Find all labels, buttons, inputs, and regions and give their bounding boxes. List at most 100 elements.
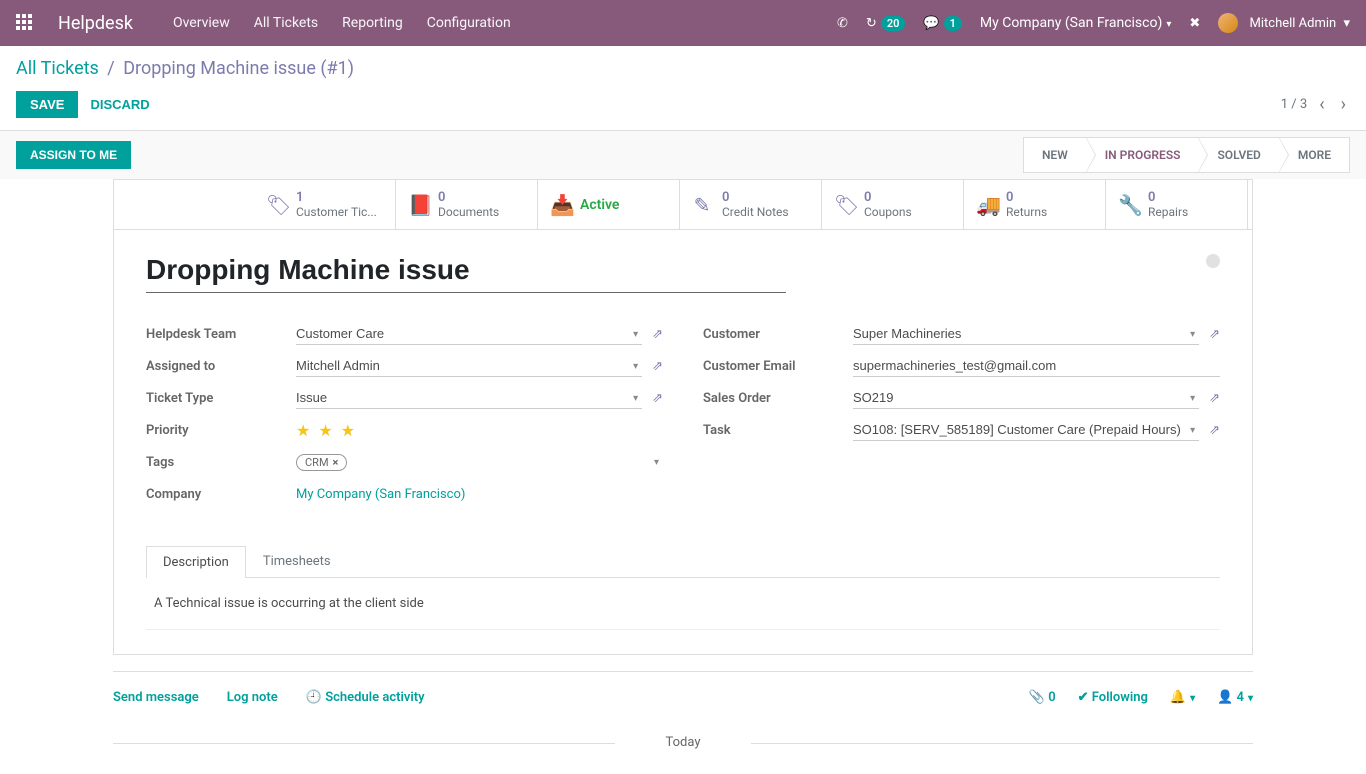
external-link-icon[interactable]: ⇗ xyxy=(652,359,663,374)
label-team: Helpdesk Team xyxy=(146,327,296,342)
stat-active[interactable]: 📥 Active xyxy=(538,180,680,229)
stat-repairs[interactable]: 🔧 0Repairs xyxy=(1106,180,1248,229)
pager-next[interactable]: › xyxy=(1337,94,1350,115)
customer-email-field[interactable] xyxy=(853,355,1220,377)
nav-overview[interactable]: Overview xyxy=(173,15,230,31)
chatter: Send message Log note 🕘 Schedule activit… xyxy=(113,671,1253,705)
company-link[interactable]: My Company (San Francisco) xyxy=(296,487,465,502)
tag-icon: 🏷 xyxy=(834,193,854,217)
schedule-activity-link[interactable]: 🕘 Schedule activity xyxy=(306,690,425,705)
pencil-icon: ✎ xyxy=(692,193,712,217)
external-link-icon[interactable]: ⇗ xyxy=(652,391,663,406)
nav-links: Overview All Tickets Reporting Configura… xyxy=(173,15,511,31)
tabs: Description Timesheets xyxy=(146,545,1220,578)
user-menu[interactable]: Mitchell Admin ▾ xyxy=(1218,13,1350,33)
stat-returns[interactable]: 🚚 0Returns xyxy=(964,180,1106,229)
form-grid: Helpdesk Team ▾⇗ Assigned to ▾⇗ Ticket T… xyxy=(146,321,1220,513)
pager-text: 1 / 3 xyxy=(1281,97,1307,112)
breadcrumb-bar: All Tickets / Dropping Machine issue (#1… xyxy=(0,46,1366,87)
status-bar: ASSIGN TO ME NEW IN PROGRESS SOLVED MORE xyxy=(0,130,1366,179)
sales-order-field[interactable] xyxy=(853,387,1199,409)
label-email: Customer Email xyxy=(703,359,853,374)
top-nav: Helpdesk Overview All Tickets Reporting … xyxy=(0,0,1366,46)
ticket-type-field[interactable] xyxy=(296,387,642,409)
truck-icon: 🚚 xyxy=(976,193,996,217)
task-field[interactable] xyxy=(853,419,1199,441)
helpdesk-team-field[interactable] xyxy=(296,323,642,345)
form-col-right: Customer ▾⇗ Customer Email Sales Order ▾… xyxy=(703,321,1220,513)
label-assigned: Assigned to xyxy=(146,359,296,374)
tab-timesheets[interactable]: Timesheets xyxy=(246,545,348,577)
main: 🏷 1Customer Tic... 📕 0Documents 📥 Active… xyxy=(0,179,1366,774)
debug-icon[interactable]: ✖ xyxy=(1189,16,1200,31)
stat-customer-tickets[interactable]: 🏷 1Customer Tic... xyxy=(254,180,396,229)
stage-solved[interactable]: SOLVED xyxy=(1198,137,1278,173)
wrench-icon: 🔧 xyxy=(1118,193,1138,217)
stage-in-progress[interactable]: IN PROGRESS xyxy=(1086,137,1199,173)
priority-stars[interactable]: ★ ★ ★ xyxy=(296,421,357,440)
archive-icon: 📥 xyxy=(550,193,570,217)
user-name: Mitchell Admin xyxy=(1250,16,1337,31)
assign-to-me-button[interactable]: ASSIGN TO ME xyxy=(16,141,131,169)
apps-icon[interactable] xyxy=(16,14,34,32)
chatter-right: 📎 0 ✔ Following 🔔 👤 4 xyxy=(1029,690,1253,705)
action-bar: SAVE DISCARD 1 / 3 ‹ › xyxy=(0,87,1366,130)
stage-more[interactable]: MORE xyxy=(1279,137,1350,173)
clock-badge: 20 xyxy=(881,16,906,31)
breadcrumb-current: Dropping Machine issue (#1) xyxy=(123,58,354,79)
label-company: Company xyxy=(146,487,296,502)
avatar-icon xyxy=(1218,13,1238,33)
stat-credit-notes[interactable]: ✎ 0Credit Notes xyxy=(680,180,822,229)
label-task: Task xyxy=(703,423,853,438)
pager-prev[interactable]: ‹ xyxy=(1315,94,1328,115)
chat-icon[interactable]: 💬1 xyxy=(923,16,961,31)
log-note-link[interactable]: Log note xyxy=(227,690,278,705)
external-link-icon[interactable]: ⇗ xyxy=(1209,391,1220,406)
brand[interactable]: Helpdesk xyxy=(58,13,133,34)
ticket-icon: 🏷 xyxy=(266,193,286,217)
discard-button[interactable]: DISCARD xyxy=(78,91,161,118)
nav-reporting[interactable]: Reporting xyxy=(342,15,403,31)
stage-new[interactable]: NEW xyxy=(1023,137,1086,173)
book-icon: 📕 xyxy=(408,193,428,217)
status-stages: NEW IN PROGRESS SOLVED MORE xyxy=(1023,137,1350,173)
external-link-icon[interactable]: ⇗ xyxy=(1209,327,1220,342)
external-link-icon[interactable]: ⇗ xyxy=(1209,423,1220,438)
clock-icon[interactable]: ↻20 xyxy=(866,16,905,31)
breadcrumb-root[interactable]: All Tickets xyxy=(16,58,99,79)
external-link-icon[interactable]: ⇗ xyxy=(652,327,663,342)
stat-coupons[interactable]: 🏷 0Coupons xyxy=(822,180,964,229)
followers-button[interactable]: 👤 4 xyxy=(1217,690,1253,705)
pager: 1 / 3 ‹ › xyxy=(1281,94,1350,115)
label-sales-order: Sales Order xyxy=(703,391,853,406)
tab-description[interactable]: Description xyxy=(146,546,246,578)
label-tags: Tags xyxy=(146,455,296,470)
ticket-title-input[interactable] xyxy=(146,254,786,293)
card-body: Helpdesk Team ▾⇗ Assigned to ▾⇗ Ticket T… xyxy=(114,230,1252,654)
chevron-down-icon: ▾ xyxy=(654,457,659,468)
label-customer: Customer xyxy=(703,327,853,342)
label-type: Ticket Type xyxy=(146,391,296,406)
attachments-button[interactable]: 📎 0 xyxy=(1029,690,1056,705)
stat-buttons: 🏷 1Customer Tic... 📕 0Documents 📥 Active… xyxy=(114,180,1252,230)
chat-badge: 1 xyxy=(944,16,962,31)
save-button[interactable]: SAVE xyxy=(16,91,78,118)
company-selector[interactable]: My Company (San Francisco) xyxy=(980,15,1171,31)
bell-icon[interactable]: 🔔 xyxy=(1170,690,1195,705)
description-content[interactable]: A Technical issue is occurring at the cl… xyxy=(146,578,1220,630)
kanban-state-icon[interactable] xyxy=(1206,254,1220,268)
tag-crm[interactable]: CRM× xyxy=(296,454,347,471)
customer-field[interactable] xyxy=(853,323,1199,345)
breadcrumb: All Tickets / Dropping Machine issue (#1… xyxy=(16,58,1350,79)
nav-all-tickets[interactable]: All Tickets xyxy=(254,15,318,31)
assigned-to-field[interactable] xyxy=(296,355,642,377)
following-button[interactable]: ✔ Following xyxy=(1078,690,1148,705)
label-priority: Priority xyxy=(146,423,296,438)
stat-documents[interactable]: 📕 0Documents xyxy=(396,180,538,229)
form-card: 🏷 1Customer Tic... 📕 0Documents 📥 Active… xyxy=(113,179,1253,655)
phone-icon[interactable]: ✆ xyxy=(837,16,848,31)
form-col-left: Helpdesk Team ▾⇗ Assigned to ▾⇗ Ticket T… xyxy=(146,321,663,513)
nav-configuration[interactable]: Configuration xyxy=(427,15,511,31)
tag-remove-icon[interactable]: × xyxy=(333,456,339,469)
send-message-link[interactable]: Send message xyxy=(113,690,199,705)
